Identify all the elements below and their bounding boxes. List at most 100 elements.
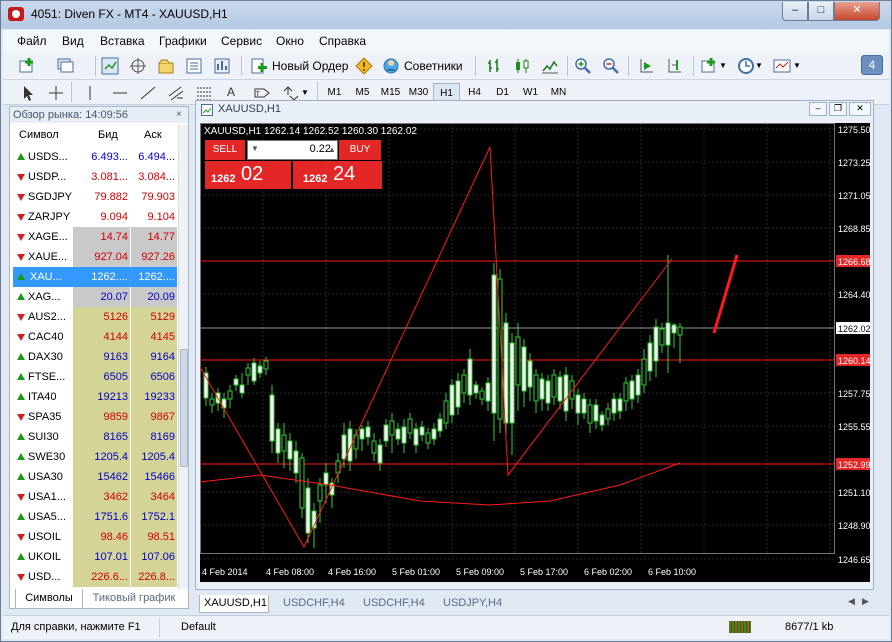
market-watch-row[interactable]: USA5... 1751.6 1752.1 — [13, 507, 177, 527]
chart-tab-usdjpy-h4[interactable]: USDJPY,H4 — [443, 595, 502, 613]
volume-down-icon[interactable]: ▼ — [251, 144, 259, 153]
menu-charts[interactable]: Графики — [159, 34, 207, 48]
ask-value: 107.06 — [131, 547, 177, 567]
candlestick-icon[interactable] — [513, 57, 531, 75]
auto-scroll-icon[interactable] — [637, 57, 655, 75]
buy-button[interactable]: BUY — [339, 140, 381, 160]
maximize-button[interactable]: □ — [808, 2, 834, 21]
sell-price[interactable]: 1262 02 — [205, 161, 291, 189]
market-watch-row[interactable]: SGDJPY 79.882 79.903 — [13, 187, 177, 207]
bar-chart-icon[interactable] — [485, 57, 503, 75]
market-watch-row[interactable]: SUI30 8165 8169 — [13, 427, 177, 447]
market-watch-row[interactable]: CAC40 4144 4145 — [13, 327, 177, 347]
market-watch-row[interactable]: USOIL 98.46 98.51 — [13, 527, 177, 547]
new-order-button[interactable]: Новый Ордер — [247, 55, 351, 77]
market-watch-icon[interactable] — [101, 57, 119, 75]
cursor-icon[interactable] — [19, 84, 37, 102]
market-watch-row[interactable]: SWE30 1205.4 1205.4 — [13, 447, 177, 467]
strategy-tester-icon[interactable] — [213, 57, 231, 75]
market-watch-row[interactable]: UKOIL 107.01 107.06 — [13, 547, 177, 567]
menu-view[interactable]: Вид — [62, 34, 84, 48]
toolbar-separator — [475, 56, 476, 76]
market-watch-row[interactable]: ITA40 19213 19233 — [13, 387, 177, 407]
chart-restore-button[interactable]: ❐ — [829, 102, 847, 116]
market-watch-row[interactable]: XAGE... 14.74 14.77 — [13, 227, 177, 247]
buy-price[interactable]: 1262 24 — [293, 161, 382, 189]
zoom-out-icon[interactable] — [602, 57, 620, 75]
zoom-in-icon[interactable] — [574, 57, 592, 75]
market-watch-row[interactable]: USDS... 6.493... 6.494... — [13, 147, 177, 167]
navigator-icon[interactable] — [157, 57, 175, 75]
market-watch-row[interactable]: AUS2... 5126 5129 — [13, 307, 177, 327]
candle-body — [293, 450, 299, 474]
templates-icon[interactable] — [773, 57, 791, 75]
tabs-scroll-left-icon[interactable]: ◀ — [848, 596, 855, 607]
x-axis-tick: 6 Feb 02:00 — [584, 567, 632, 577]
minimize-button[interactable]: – — [782, 2, 808, 21]
tab-tick-chart[interactable]: Тиковый график — [85, 589, 183, 609]
arrows-dropdown-icon[interactable]: ▼ — [301, 88, 309, 97]
close-panel-icon[interactable]: × — [176, 109, 182, 120]
market-watch-row[interactable]: ZARJPY 9.094 9.104 — [13, 207, 177, 227]
market-watch-row[interactable]: XAG... 20.07 20.09 — [13, 287, 177, 307]
menu-window[interactable]: Окно — [276, 34, 304, 48]
chart-tab-usdchf-h4[interactable]: USDCHF,H4 — [283, 595, 345, 613]
symbol-name: XAG... — [28, 291, 61, 303]
chart-tab-usdchf-h4-2[interactable]: USDCHF,H4 — [363, 595, 425, 613]
vertical-line-icon[interactable] — [81, 84, 99, 102]
new-chart-icon[interactable] — [19, 57, 37, 75]
indicators-icon[interactable] — [701, 57, 719, 75]
menu-file[interactable]: Файл — [17, 34, 47, 48]
chart-shift-icon[interactable] — [665, 57, 683, 75]
market-watch-scrollbar[interactable] — [178, 125, 188, 589]
channel-icon[interactable] — [167, 84, 185, 102]
volume-up-icon[interactable]: ▲ — [328, 145, 336, 154]
periods-dropdown-icon[interactable]: ▼ — [755, 61, 763, 70]
chart-canvas[interactable]: 1275.50 1273.25 1271.05 1268.85 1266.68 1264.… — [200, 123, 870, 582]
price-chart[interactable]: 1275.50 1273.25 1271.05 1268.85 1266.68 1264.… — [200, 123, 870, 582]
warning-icon[interactable] — [355, 57, 373, 75]
notifications-badge[interactable]: 4 — [861, 55, 883, 75]
market-watch-row[interactable]: XAUE... 927.04 927.26 — [13, 247, 177, 267]
symbol-name: DAX30 — [28, 351, 63, 363]
indicators-dropdown-icon[interactable]: ▼ — [719, 61, 727, 70]
column-ask[interactable]: Аск — [144, 129, 162, 141]
symbol-name: USA30 — [28, 471, 63, 483]
ask-value: 9164 — [131, 347, 177, 367]
menu-insert[interactable]: Вставка — [100, 34, 145, 48]
market-watch-row[interactable]: USD... 226.6... 226.8... — [13, 567, 177, 587]
tabs-scroll-right-icon[interactable]: ▶ — [862, 596, 869, 607]
connection-status-icon[interactable] — [729, 621, 751, 633]
market-watch-row[interactable]: USA1... 3462 3464 — [13, 487, 177, 507]
periods-icon[interactable] — [737, 57, 755, 75]
expert-advisors-button[interactable]: Советники — [379, 55, 469, 77]
column-symbol[interactable]: Символ — [19, 129, 59, 141]
volume-field[interactable]: ▼ 0.22 — [247, 140, 338, 160]
market-watch-row[interactable]: USA30 15462 15466 — [13, 467, 177, 487]
market-watch-row[interactable]: SPA35 9859 9867 — [13, 407, 177, 427]
menu-help[interactable]: Справка — [319, 34, 366, 48]
x-axis-tick: 4 Feb 08:00 — [266, 567, 314, 577]
profiles-icon[interactable] — [57, 57, 75, 75]
data-window-icon[interactable] — [129, 57, 147, 75]
sell-button[interactable]: SELL — [205, 140, 245, 160]
chart-minimize-button[interactable]: – — [809, 102, 827, 116]
line-chart-icon[interactable] — [541, 57, 559, 75]
horizontal-line-icon[interactable] — [111, 84, 129, 102]
templates-dropdown-icon[interactable]: ▼ — [793, 61, 801, 70]
crosshair-icon[interactable] — [47, 84, 65, 102]
market-watch-row[interactable]: USDP... 3.081... 3.084... — [13, 167, 177, 187]
chart-tab-xauusd-h1[interactable]: XAUUSD,H1 — [199, 595, 269, 613]
trendline-icon[interactable] — [139, 84, 157, 102]
column-bid[interactable]: Бид — [98, 129, 118, 141]
market-watch-row[interactable]: XAU... 1262.... 1262.... — [13, 267, 177, 287]
tab-symbols[interactable]: Символы — [15, 589, 83, 609]
scrollbar-thumb[interactable] — [180, 349, 188, 467]
close-button[interactable]: ✕ — [834, 2, 880, 21]
market-watch-row[interactable]: DAX30 9163 9164 — [13, 347, 177, 367]
menu-tools[interactable]: Сервис — [221, 34, 262, 48]
chart-close-button[interactable]: ✕ — [849, 102, 871, 116]
text-tool-icon[interactable]: A — [227, 85, 235, 99]
market-watch-row[interactable]: FTSE... 6505 6506 — [13, 367, 177, 387]
terminal-icon[interactable] — [185, 57, 203, 75]
